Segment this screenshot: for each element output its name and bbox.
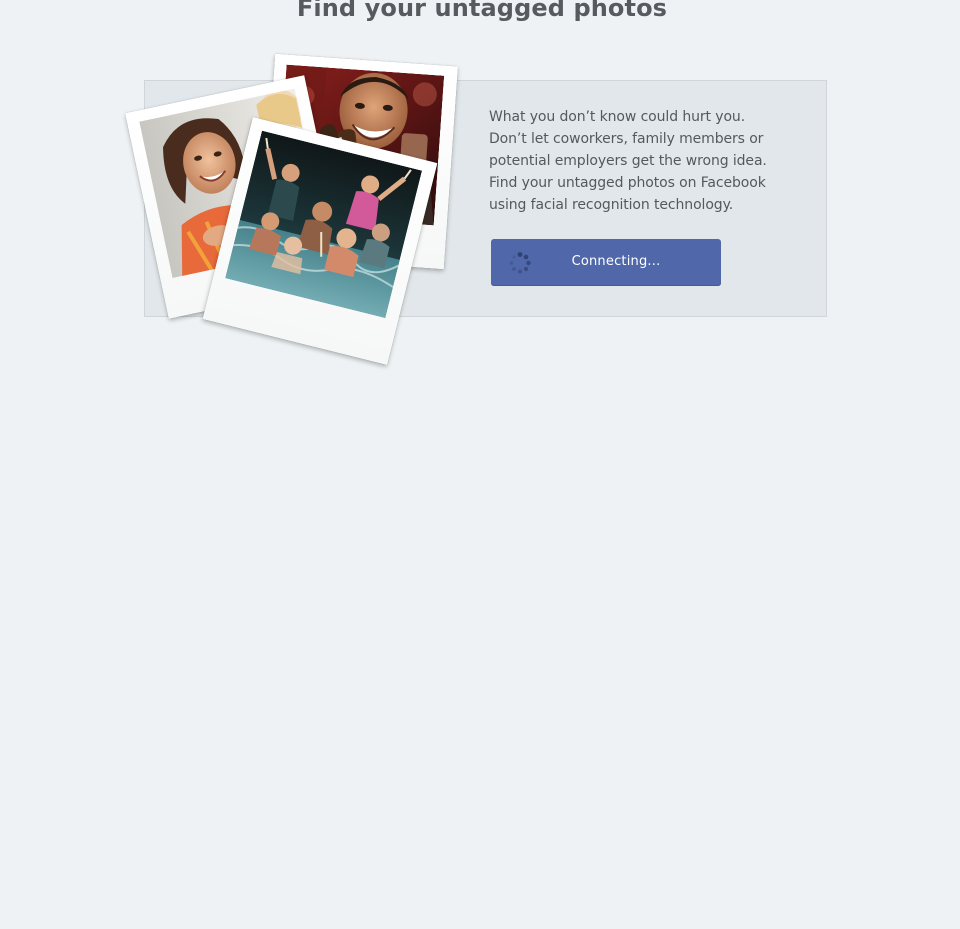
description-line: Don’t let coworkers, family members or [489, 131, 764, 147]
hero-description: What you don’t know could hurt you. Don’… [489, 106, 799, 216]
page-title: Find your untagged photos [296, 0, 668, 22]
connect-facebook-button[interactable]: Connecting... [491, 239, 721, 286]
description-line: potential employers get the wrong idea. [489, 153, 767, 169]
description-line: Find your untagged photos on Facebook [489, 175, 766, 191]
pool-party-photo [225, 130, 423, 319]
description-line: using facial recognition technology. [489, 197, 734, 213]
description-line: What you don’t know could hurt you. [489, 109, 746, 125]
connect-button-label: Connecting... [571, 254, 661, 269]
